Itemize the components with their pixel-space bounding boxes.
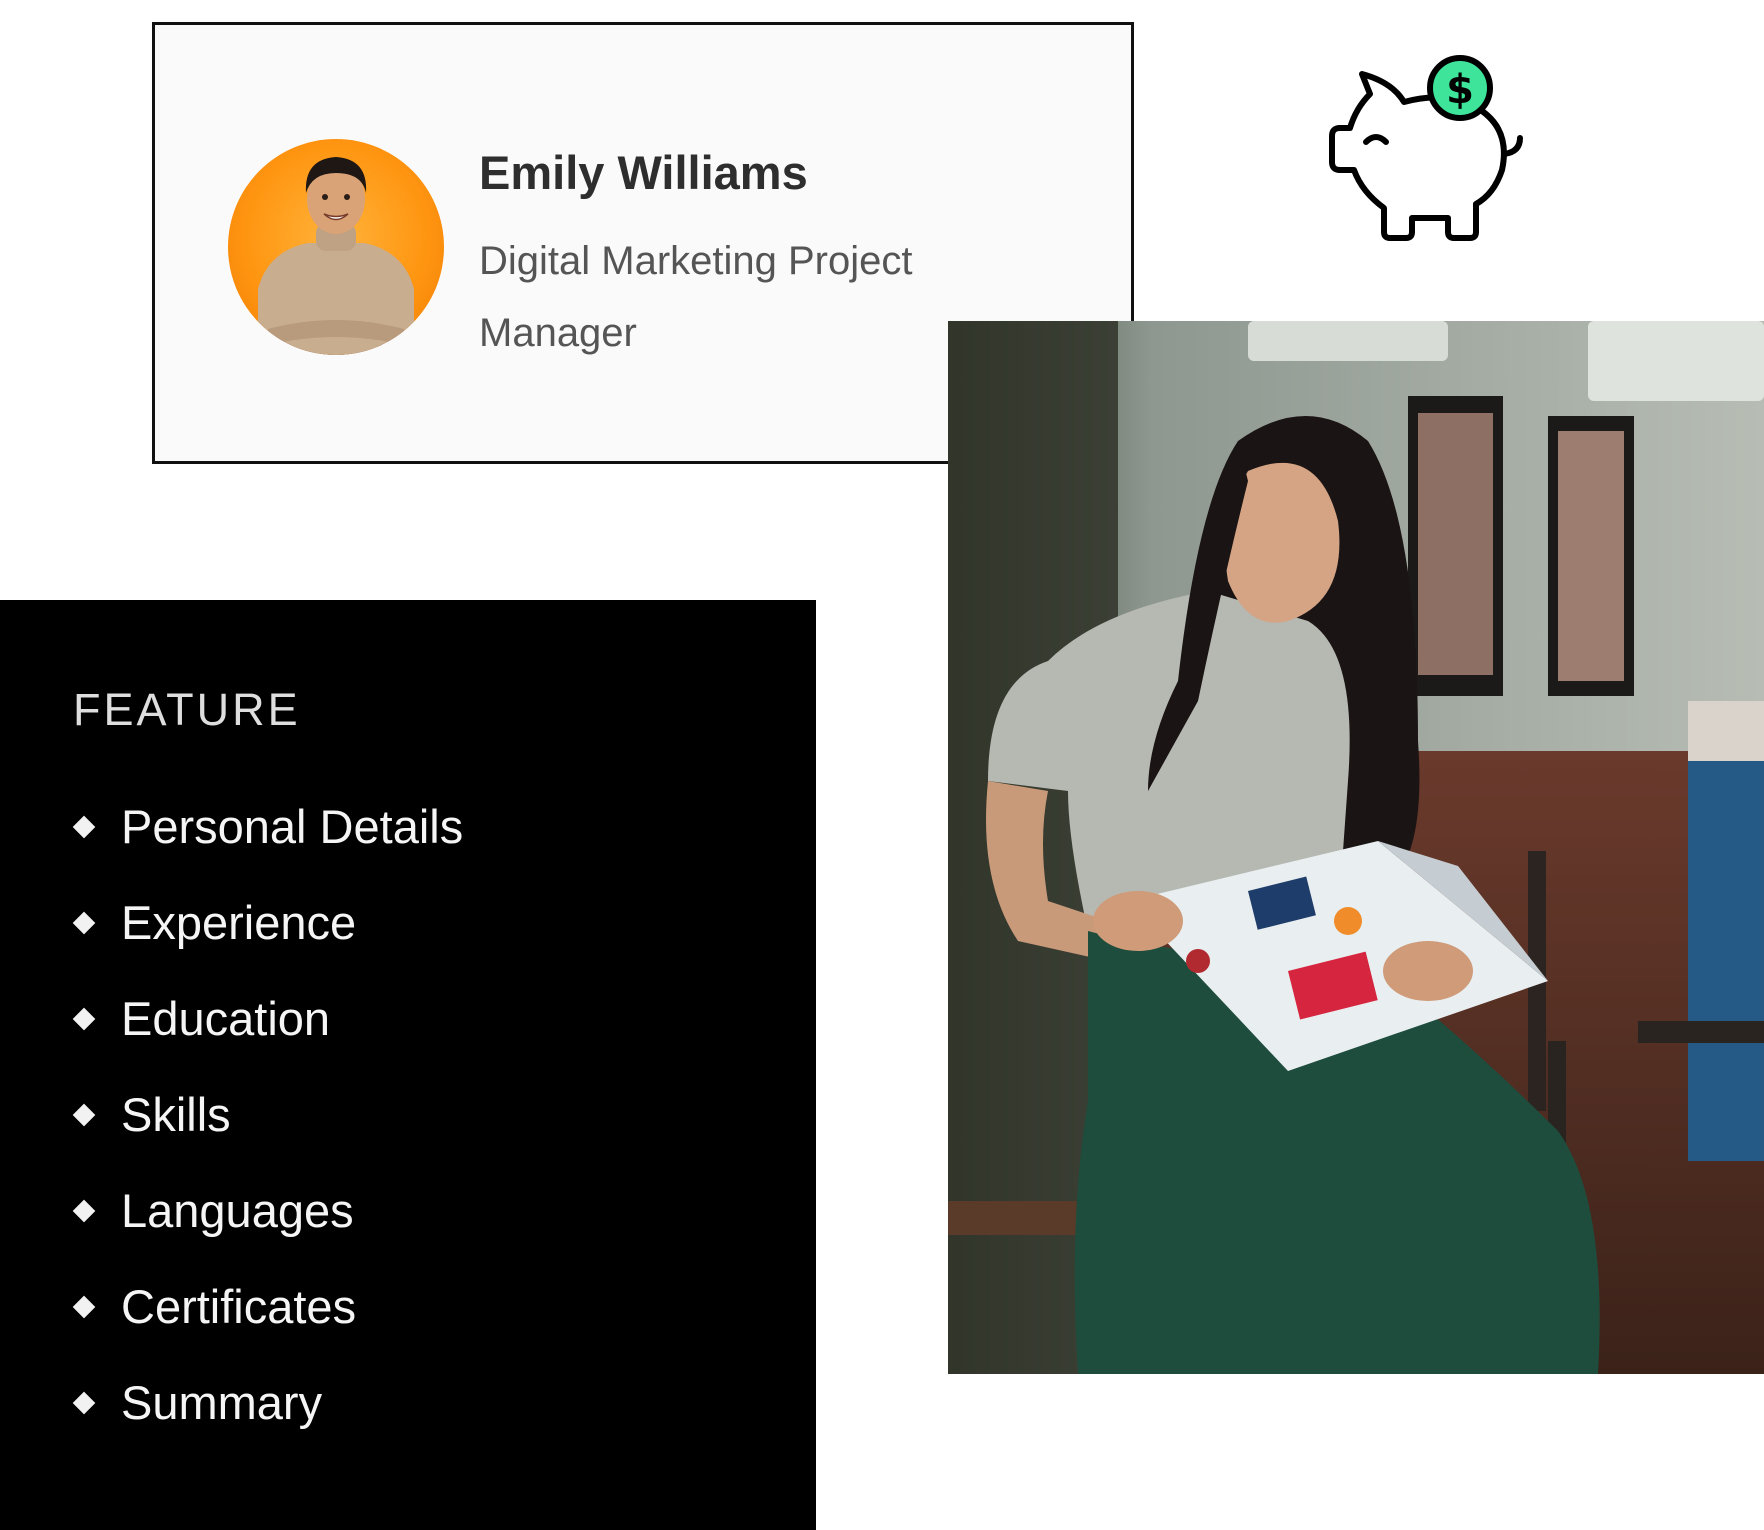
feature-item-label: Experience [121,895,357,949]
diamond-bullet-icon [72,1391,96,1415]
feature-item-label: Personal Details [121,799,464,853]
feature-item-label: Summary [121,1375,323,1429]
feature-item-personal-details: Personal Details [0,778,700,874]
feature-item-experience: Experience [0,874,700,970]
dollar-coin-icon: $ [1427,55,1493,121]
diamond-bullet-icon [72,1295,96,1319]
feature-item-label: Education [121,991,331,1045]
diamond-bullet-icon [72,911,96,935]
feature-item-skills: Skills [0,1066,700,1162]
feature-title: FEATURE [73,684,301,735]
avatar [228,139,444,355]
diamond-bullet-icon [72,1103,96,1127]
feature-item-languages: Languages [0,1162,700,1258]
feature-item-label: Certificates [121,1279,357,1333]
woman-reading-photo [948,321,1764,1374]
feature-item-education: Education [0,970,700,1066]
profile-name: Emily Williams [479,146,808,199]
diamond-bullet-icon [72,1199,96,1223]
diamond-bullet-icon [72,1007,96,1031]
piggy-bank-icon: $ [1300,46,1540,256]
feature-panel: FEATURE Personal Details Experience Educ… [0,600,816,1530]
profile-role: Digital Marketing Project Manager [479,239,913,355]
feature-list: Personal Details Experience Education Sk… [0,778,700,1450]
feature-item-summary: Summary [0,1354,700,1450]
feature-item-label: Languages [121,1183,354,1237]
feature-item-certificates: Certificates [0,1258,700,1354]
svg-text:$: $ [1446,67,1474,113]
feature-item-label: Skills [121,1087,231,1141]
diamond-bullet-icon [72,815,96,839]
